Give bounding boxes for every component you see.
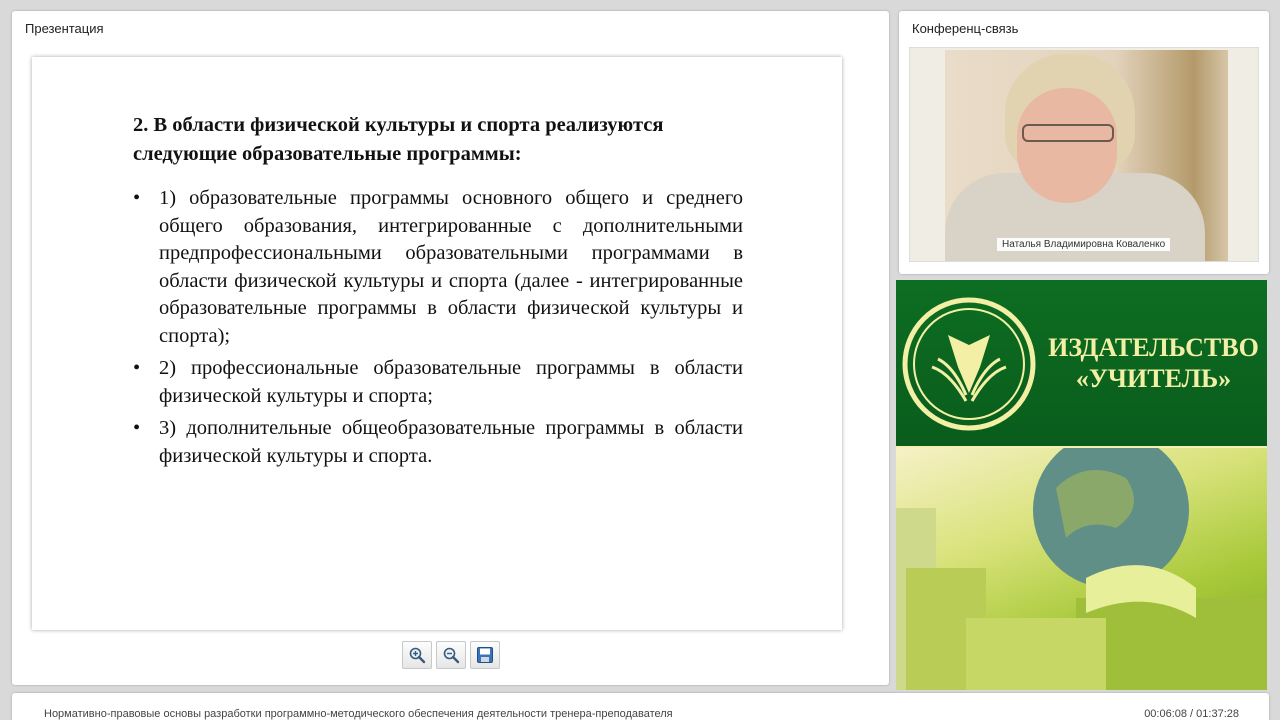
- footer-bar: Нормативно-правовые основы разработки пр…: [12, 693, 1269, 720]
- save-icon: [477, 647, 493, 663]
- save-button[interactable]: [470, 641, 500, 669]
- slide-view: 2. В области физической культуры и спорт…: [32, 57, 842, 630]
- publisher-banner: ИЗДАТЕЛЬСТВО «УЧИТЕЛЬ»: [896, 280, 1267, 690]
- zoom-out-button[interactable]: [436, 641, 466, 669]
- zoom-in-button[interactable]: [402, 641, 432, 669]
- speaker-name-caption: Наталья Владимировна Коваленко: [997, 238, 1171, 251]
- zoom-in-icon: [409, 647, 426, 664]
- banner-books-image: [896, 432, 1267, 690]
- banner-header: ИЗДАТЕЛЬСТВО «УЧИТЕЛЬ»: [896, 280, 1267, 448]
- slide-bullet-list: 1) образовательные программы основного о…: [133, 185, 743, 475]
- slide-heading: 2. В области физической культуры и спорт…: [133, 114, 664, 165]
- slide-bullet-item: 3) дополнительные общеобразовательные пр…: [133, 415, 743, 470]
- publisher-name-line2: «УЧИТЕЛЬ»: [1075, 364, 1232, 393]
- publisher-logo-icon: [902, 297, 1036, 431]
- slide-toolbar: [402, 641, 500, 671]
- publisher-name-line1: ИЗДАТЕЛЬСТВО: [1048, 333, 1259, 362]
- conference-panel-title: Конференц-связь: [912, 21, 1019, 36]
- speaker-glasses: [1022, 124, 1114, 142]
- zoom-out-icon: [443, 647, 460, 664]
- course-title: Нормативно-правовые основы разработки пр…: [44, 708, 673, 720]
- speaker-face: [1017, 88, 1117, 203]
- slide-bullet-item: 1) образовательные программы основного о…: [133, 185, 743, 350]
- slide-bullet-item: 2) профессиональные образовательные прог…: [133, 355, 743, 410]
- publisher-name: ИЗДАТЕЛЬСТВО «УЧИТЕЛЬ»: [1046, 332, 1261, 394]
- conference-panel: Конференц-связь Наталья Владимировна Ков…: [899, 11, 1269, 274]
- globe-and-books-illustration: [896, 432, 1267, 690]
- playback-time: 00:06:08 / 01:37:28: [1144, 708, 1239, 720]
- presentation-panel-title: Презентация: [25, 21, 104, 36]
- presentation-panel: Презентация 2. В области физической куль…: [12, 11, 889, 685]
- speaker-video: Наталья Владимировна Коваленко: [909, 47, 1259, 262]
